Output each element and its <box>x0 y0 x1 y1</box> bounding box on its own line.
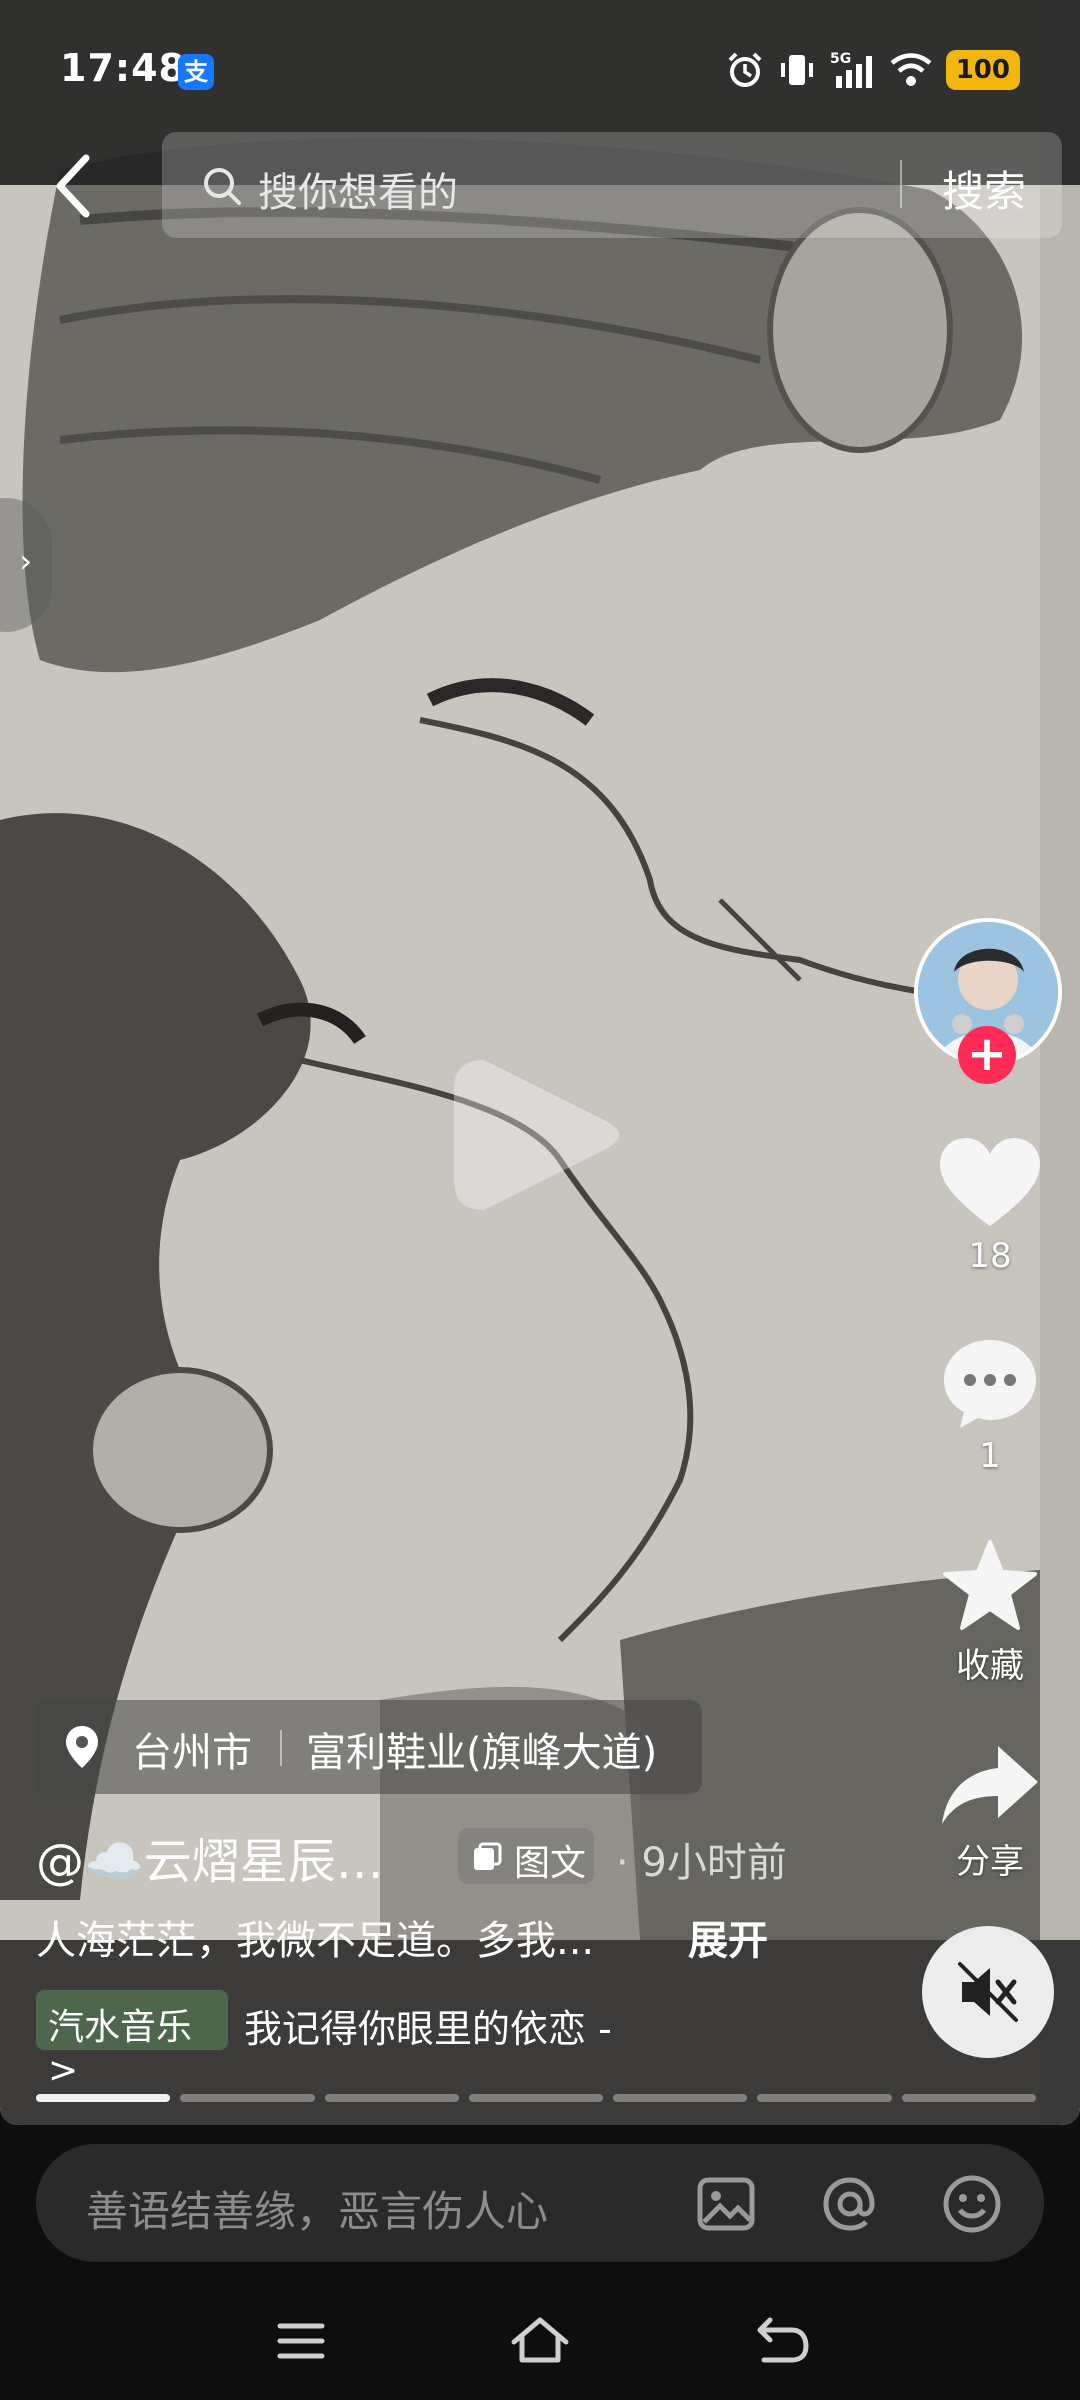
back-arrow-icon[interactable] <box>50 150 106 222</box>
progress-segment <box>324 2094 459 2102</box>
post-type-tag: 图文 <box>458 1828 594 1884</box>
comment-bar[interactable]: 善语结善缘，恶言伤人心 <box>36 2144 1044 2262</box>
system-nav-bar <box>0 2300 1080 2400</box>
post-time: · 9小时前 <box>616 1840 787 1886</box>
alarm-icon <box>728 52 762 87</box>
emoji-icon[interactable] <box>942 2174 1002 2234</box>
battery-indicator: 100 <box>945 50 1020 90</box>
progress-segment <box>36 2094 171 2102</box>
image-carousel-progress <box>36 2094 1036 2102</box>
speaker-muted-icon <box>958 1962 1018 2022</box>
post-type-label: 图文 <box>514 1843 587 1884</box>
comment-button[interactable]: 1 <box>920 1336 1060 1476</box>
play-icon[interactable] <box>454 1040 624 1230</box>
location-pin-icon <box>66 1726 98 1768</box>
image-text-icon <box>474 1842 502 1870</box>
search-bar[interactable]: 搜你想看的 搜索 <box>162 132 1062 238</box>
network-label: 5G <box>830 51 851 67</box>
home-icon[interactable] <box>508 2314 572 2368</box>
music-title[interactable]: 我记得你眼里的依恋 - <box>244 1998 612 2053</box>
progress-segment <box>901 2094 1036 2102</box>
search-divider <box>900 160 902 208</box>
mention-icon[interactable] <box>820 2174 880 2234</box>
progress-segment <box>613 2094 748 2102</box>
post-image-area[interactable]: › <box>0 0 1080 2125</box>
progress-segment <box>180 2094 315 2102</box>
share-label: 分享 <box>956 1842 1024 1882</box>
cellular-signal-icon: 5G <box>830 51 872 88</box>
menu-icon[interactable] <box>274 2314 328 2368</box>
like-count: 18 <box>968 1236 1012 1276</box>
like-button[interactable]: 18 <box>920 1136 1060 1276</box>
heart-icon <box>940 1138 1040 1226</box>
music-source-tag[interactable]: 汽水音乐 > <box>36 1990 228 2091</box>
progress-segment <box>757 2094 892 2102</box>
image-picker-icon[interactable] <box>696 2174 756 2234</box>
location-city: 台州市 <box>132 1730 252 1776</box>
location-place: 富利鞋业(旗峰大道) <box>306 1730 658 1776</box>
post-description: 人海茫茫，我微不足道。多我... <box>36 1918 595 1964</box>
share-button[interactable]: 分享 <box>920 1740 1060 1883</box>
status-bar: 17:48 支 5G 100 <box>0 0 1080 140</box>
comment-bubble-icon <box>944 1340 1036 1428</box>
location-divider <box>280 1730 282 1766</box>
back-nav-icon[interactable] <box>752 2314 812 2368</box>
expand-link[interactable]: 展开 <box>688 1908 768 1966</box>
search-input[interactable]: 搜你想看的 <box>258 160 458 218</box>
clock: 17:48 <box>60 46 186 90</box>
star-icon <box>943 1540 1037 1630</box>
music-source-label: 汽水音乐 > <box>48 2007 193 2091</box>
author-name[interactable]: @☁️云熠星辰… <box>36 1822 384 1892</box>
vibrate-icon <box>780 55 813 85</box>
progress-segment <box>468 2094 604 2102</box>
favorite-label: 收藏 <box>956 1646 1024 1686</box>
wifi-icon <box>890 53 932 86</box>
location-tag[interactable]: 台州市 富利鞋业(旗峰大道) <box>36 1700 702 1794</box>
mute-button[interactable] <box>922 1926 1054 2058</box>
comment-count: 1 <box>979 1436 1001 1476</box>
share-arrow-icon <box>942 1746 1038 1824</box>
search-button[interactable]: 搜索 <box>942 158 1026 219</box>
favorite-button[interactable]: 收藏 <box>920 1538 1060 1687</box>
search-icon <box>204 168 241 205</box>
comment-input[interactable]: 善语结善缘，恶言伤人心 <box>86 2178 548 2239</box>
chevron-right-icon: › <box>19 542 32 580</box>
alipay-icon: 支 <box>178 54 214 90</box>
follow-button[interactable]: + <box>958 1026 1016 1084</box>
